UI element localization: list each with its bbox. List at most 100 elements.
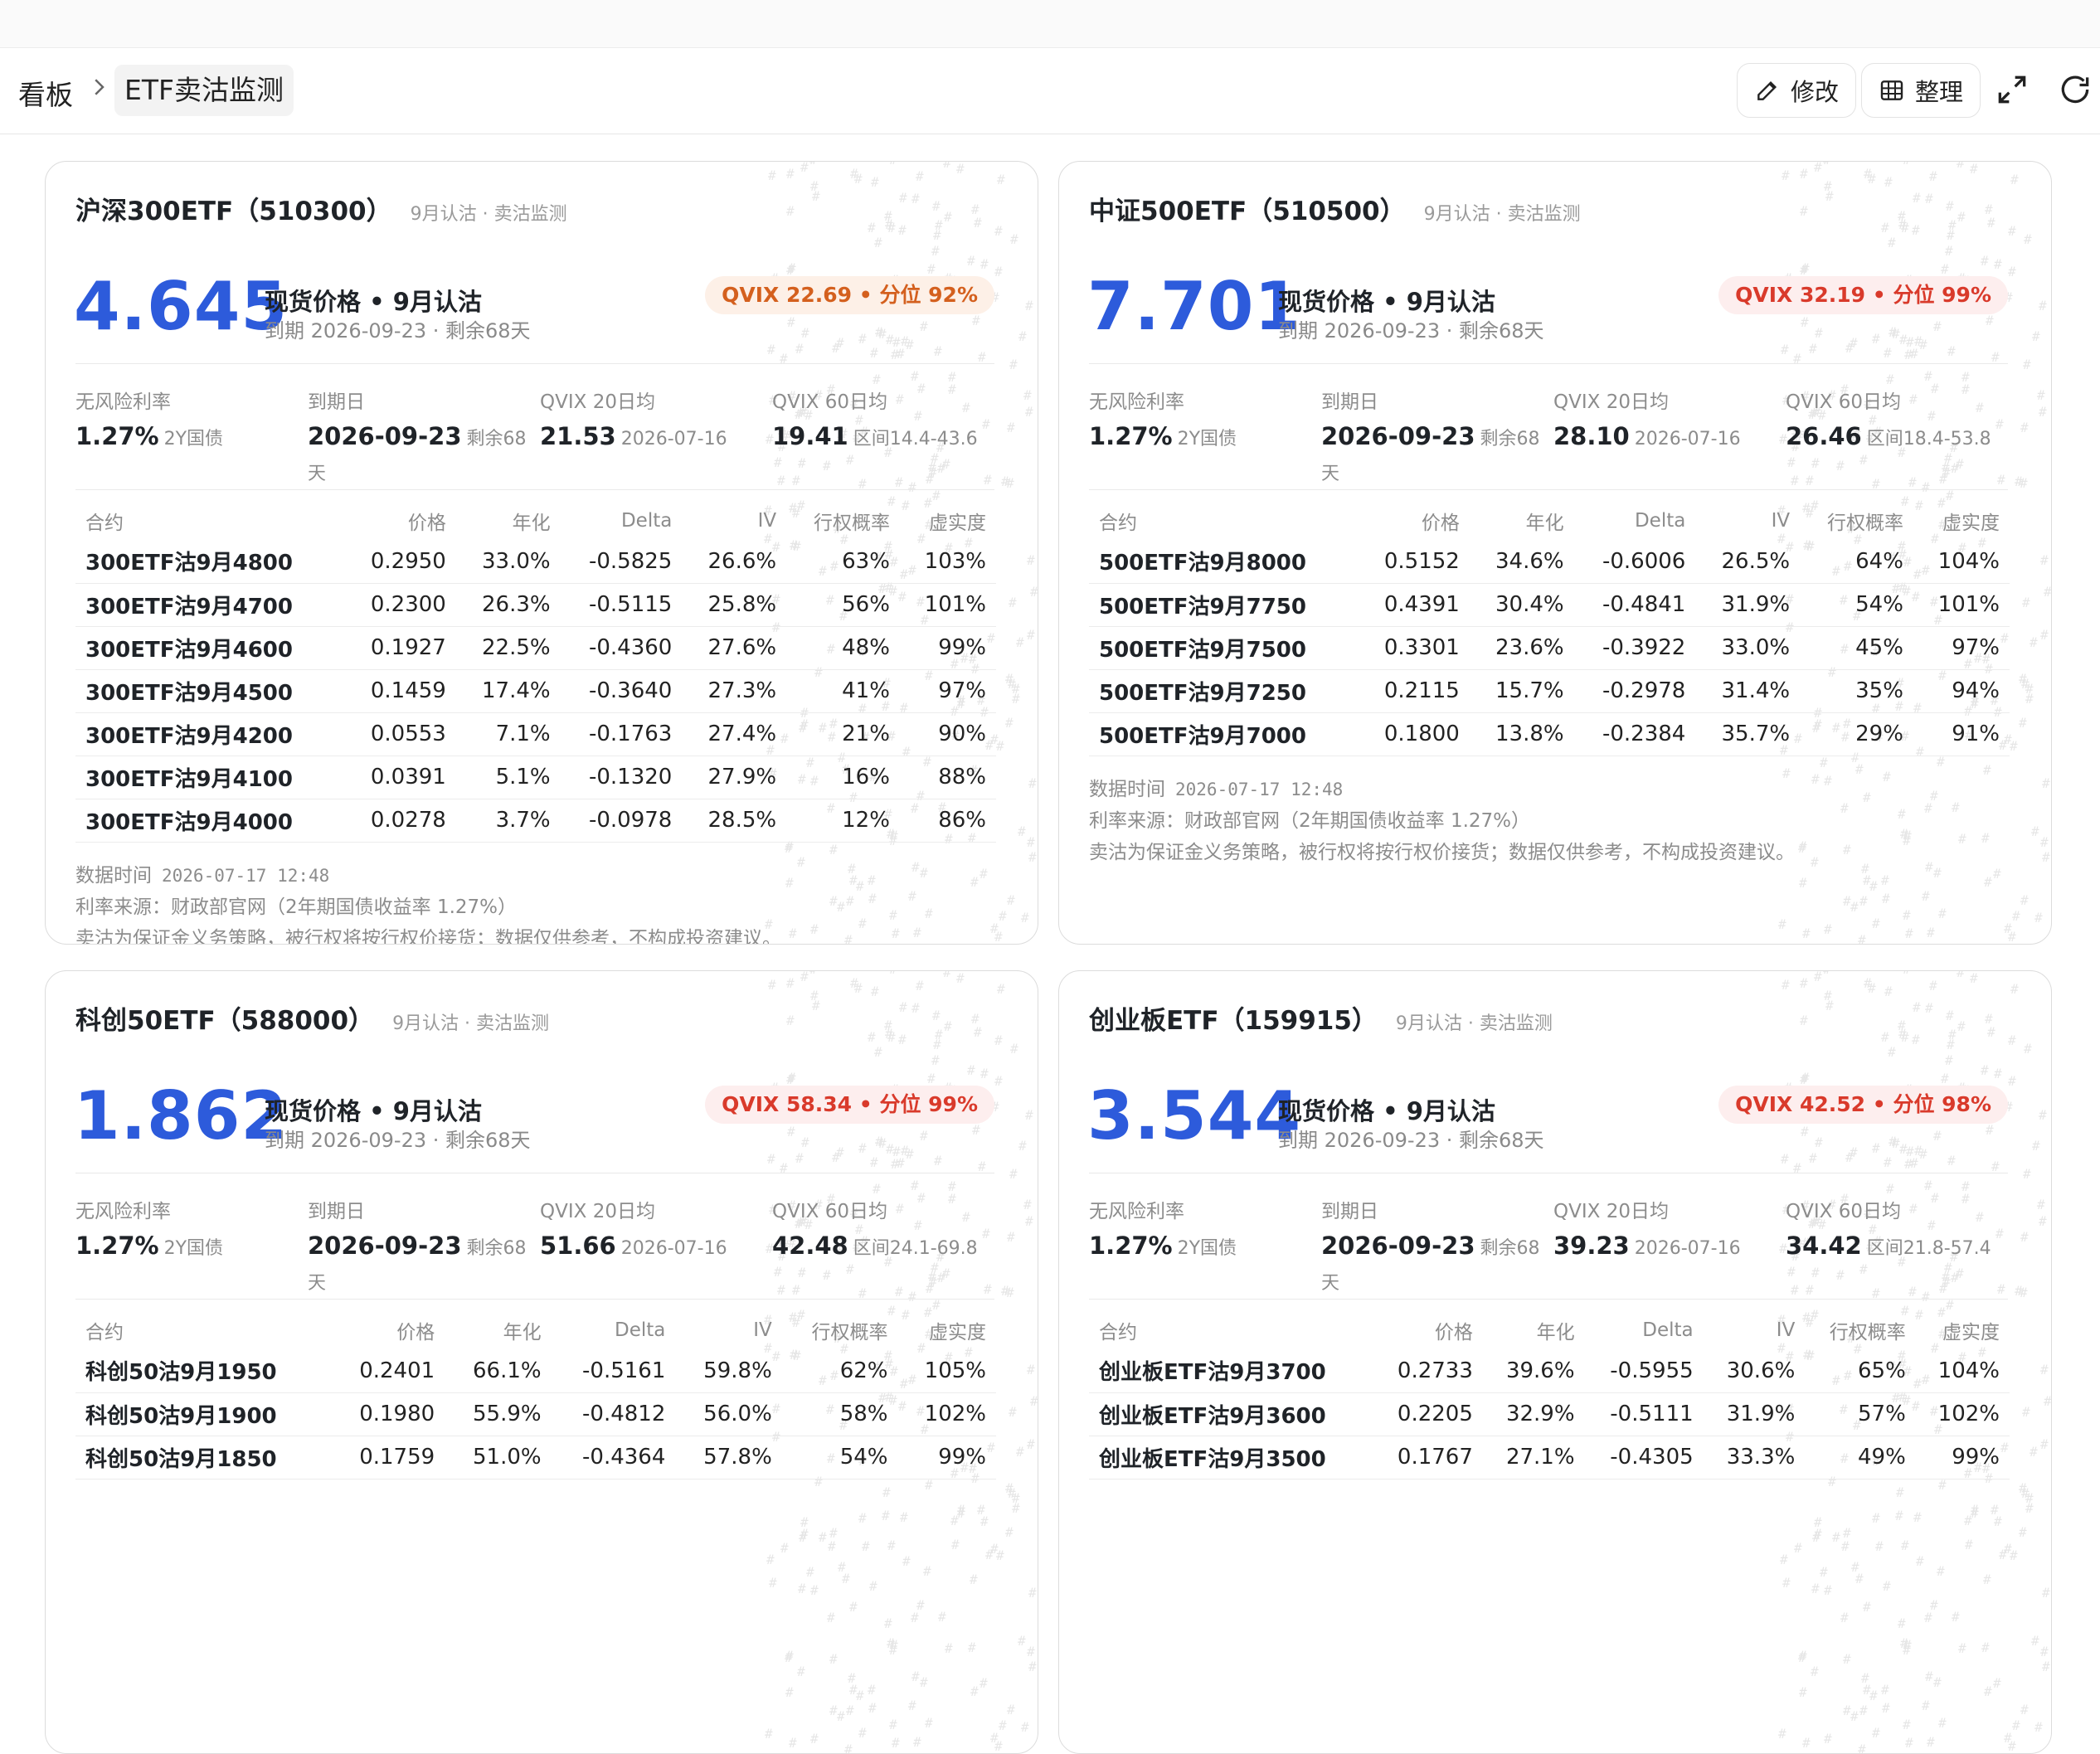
table-row[interactable]: 300ETF沽9月4500 0.1459 17.4% -0.3640 27.3% 41% 9… xyxy=(75,669,996,713)
svg-text:#: # xyxy=(1791,1282,1799,1298)
svg-text:#: # xyxy=(2010,172,2019,187)
breadcrumb-current[interactable]: ETF卖沽监测 xyxy=(114,65,294,116)
svg-text:#: # xyxy=(1970,162,1978,177)
table-row[interactable]: 300ETF沽9月4100 0.0391 5.1% -0.1320 27.9% 16% 88… xyxy=(75,756,996,799)
column-header: Delta xyxy=(1634,510,1686,532)
svg-text:#: # xyxy=(1806,1282,1814,1298)
svg-text:#: # xyxy=(996,1548,1004,1563)
svg-text:#: # xyxy=(1929,978,1937,994)
card-subtitle: 9月认沽 · 卖沽监测 xyxy=(1423,204,1581,225)
refresh-icon[interactable] xyxy=(2057,71,2093,108)
svg-text:#: # xyxy=(1809,341,1817,357)
svg-text:#: # xyxy=(1802,1735,1811,1751)
svg-text:#: # xyxy=(2030,1444,2038,1460)
price-label: 现货价格 • 9月认沽 xyxy=(265,1097,482,1125)
svg-text:#: # xyxy=(1811,1664,1819,1679)
svg-text:#: # xyxy=(885,216,893,232)
svg-text:#: # xyxy=(931,1052,940,1068)
svg-text:#: # xyxy=(801,325,809,341)
expand-icon[interactable] xyxy=(1994,71,2030,108)
svg-text:#: # xyxy=(1884,174,1893,190)
stat-value: 26.46 xyxy=(1786,422,1862,450)
stat-label: 无风险利率 xyxy=(75,1201,171,1222)
svg-text:#: # xyxy=(1925,859,1933,875)
svg-text:#: # xyxy=(1023,971,1032,976)
svg-text:#: # xyxy=(1023,387,1032,403)
svg-text:#: # xyxy=(1927,1734,1935,1750)
breadcrumb-root[interactable]: 看板 xyxy=(18,73,73,113)
card-footer: 数据时间 2026-07-17 12:48 利率来源：财政部官网（2年期国债收益率 … xyxy=(1089,774,1795,868)
stat-item: QVIX 60日均 34.42 区间21.8-57.4 xyxy=(1786,1195,2010,1265)
svg-text:#: # xyxy=(891,347,899,362)
column-header: IV xyxy=(1776,1319,1796,1341)
svg-text:#: # xyxy=(1027,1436,1035,1452)
table-row[interactable]: 科创50沽9月1850 0.1759 51.0% -0.4364 57.8% 54% 99% xyxy=(75,1436,996,1479)
card-subtitle: 9月认沽 · 卖沽监测 xyxy=(1395,1013,1553,1034)
svg-text:#: # xyxy=(1800,203,1808,219)
table-cell: 58% xyxy=(781,1392,898,1436)
svg-text:#: # xyxy=(2031,824,2039,839)
table-row[interactable]: 300ETF沽9月4700 0.2300 26.3% -0.5115 25.8% 56% 1… xyxy=(75,583,996,627)
table-row[interactable]: 300ETF沽9月4800 0.2950 33.0% -0.5825 26.6% 63% 1… xyxy=(75,540,996,584)
table-cell: 0.4391 xyxy=(1357,583,1470,627)
svg-text:#: # xyxy=(1814,1514,1822,1530)
svg-text:#: # xyxy=(1970,971,1978,986)
stat-value-line: 2026-09-23 剩余68天 xyxy=(308,420,532,490)
svg-text:#: # xyxy=(2039,404,2047,420)
table-row[interactable]: 创业板ETF沽9月3700 0.2733 39.6% -0.5955 30.6% 65% 1… xyxy=(1089,1349,2010,1393)
card-subtitle: 9月认沽 · 卖沽监测 xyxy=(392,1013,550,1034)
svg-text:#: # xyxy=(765,1726,773,1742)
svg-text:#: # xyxy=(1845,1149,1854,1165)
svg-text:#: # xyxy=(1904,1156,1913,1172)
table-row[interactable]: 300ETF沽9月4600 0.1927 22.5% -0.4360 27.6% 48% 9… xyxy=(75,626,996,670)
card-title: 中证500ETF（510500） 9月认沽 · 卖沽监测 xyxy=(1089,190,1581,227)
stat-item: 到期日 2026-09-23 剩余68天 xyxy=(308,386,532,490)
table-cell: 500ETF沽9月7750 xyxy=(1089,583,1358,627)
table-cell: 0.0278 xyxy=(343,799,456,843)
svg-text:#: # xyxy=(1946,1008,1954,1023)
table-row[interactable]: 500ETF沽9月7000 0.1800 13.8% -0.2384 35.7% 29% 9… xyxy=(1089,712,2010,756)
table-row[interactable]: 科创50沽9月1900 0.1980 55.9% -0.4812 56.0% 58% 102… xyxy=(75,1392,996,1436)
svg-text:#: # xyxy=(797,1664,805,1679)
stat-label: QVIX 60日均 xyxy=(1786,391,1901,413)
table-row[interactable]: 500ETF沽9月7250 0.2115 15.7% -0.2978 31.4% 35% 9… xyxy=(1089,669,2010,713)
table-row[interactable]: 创业板ETF沽9月3600 0.2205 32.9% -0.5111 31.9% 57% 1… xyxy=(1089,1392,2010,1436)
table-cell: 0.2733 xyxy=(1373,1349,1483,1393)
table-cell: -0.0978 xyxy=(560,799,683,843)
stat-item: 无风险利率 1.27% 2Y国债 xyxy=(1089,1195,1313,1265)
svg-text:#: # xyxy=(854,980,863,996)
table-row[interactable]: 500ETF沽9月8000 0.5152 34.6% -0.6006 26.5% 64% 1… xyxy=(1089,540,2010,584)
column-header: 虚实度 xyxy=(1942,513,2000,534)
svg-text:#: # xyxy=(1971,1502,1979,1518)
svg-text:#: # xyxy=(1993,866,2001,882)
edit-button[interactable]: 修改 xyxy=(1737,63,1857,118)
table-row[interactable]: 创业板ETF沽9月3500 0.1767 27.1% -0.4305 33.3% 49% 9… xyxy=(1089,1436,2010,1479)
svg-text:#: # xyxy=(767,342,775,357)
svg-text:#: # xyxy=(1863,1682,1871,1698)
svg-text:#: # xyxy=(1843,1651,1851,1667)
svg-text:#: # xyxy=(1930,788,1938,804)
svg-text:#: # xyxy=(2010,738,2018,754)
svg-text:#: # xyxy=(1811,455,1820,471)
svg-text:#: # xyxy=(786,203,795,219)
table-row[interactable]: 500ETF沽9月7500 0.3301 23.6% -0.3922 33.0% 45% 9… xyxy=(1089,626,2010,670)
table-row[interactable]: 500ETF沽9月7750 0.4391 30.4% -0.4841 31.9% 54% 1… xyxy=(1089,583,2010,627)
qvix-badge: QVIX 58.34 • 分位 99% xyxy=(705,1086,994,1124)
table-row[interactable]: 300ETF沽9月4200 0.0553 7.1% -0.1763 27.4% 21% 90… xyxy=(75,712,996,756)
svg-text:#: # xyxy=(2010,1548,2018,1563)
svg-text:#: # xyxy=(1009,1166,1018,1182)
table-cell: 0.1800 xyxy=(1357,712,1470,756)
table-row[interactable]: 300ETF沽9月4000 0.0278 3.7% -0.0978 28.5% 12% 86… xyxy=(75,799,996,843)
stat-extra: 2026-07-16 xyxy=(620,429,727,449)
stat-item: QVIX 20日均 51.66 2026-07-16 xyxy=(540,1195,764,1265)
stat-extra: 2026-07-16 xyxy=(620,1238,727,1259)
svg-text:#: # xyxy=(994,1073,1003,1089)
svg-text:#: # xyxy=(1898,1026,1907,1042)
svg-text:#: # xyxy=(1901,1538,1909,1553)
table-row[interactable]: 科创50沽9月1950 0.2401 66.1% -0.5161 59.8% 62% 105… xyxy=(75,1349,996,1393)
column-header: 价格 xyxy=(1421,513,1460,534)
table-cell: 101% xyxy=(899,583,996,627)
table-cell: 0.0391 xyxy=(343,756,456,799)
arrange-button[interactable]: 整理 xyxy=(1861,63,1981,118)
svg-text:#: # xyxy=(1912,222,1920,238)
